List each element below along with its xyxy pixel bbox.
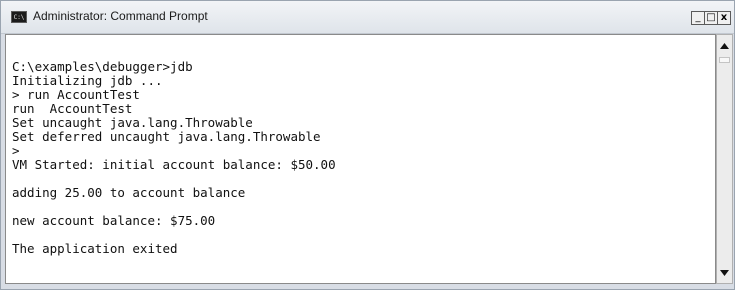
- scroll-down-arrow-icon[interactable]: [719, 267, 730, 278]
- console-line: new account balance: $75.00: [12, 213, 216, 228]
- console-line: VM Started: initial account balance: $50…: [12, 157, 336, 172]
- console-line: Initializing jdb ...: [12, 73, 163, 88]
- command-prompt-window: C:\ Administrator: Command Prompt _ □ x …: [0, 0, 735, 290]
- title-bar[interactable]: C:\ Administrator: Command Prompt _ □ x: [1, 1, 734, 34]
- console-line: Set deferred uncaught java.lang.Throwabl…: [12, 129, 321, 144]
- window-title: Administrator: Command Prompt: [33, 9, 208, 23]
- scrollbar-thumb[interactable]: [719, 57, 730, 63]
- console-line: > run AccountTest: [12, 87, 140, 102]
- console-lines: C:\examples\debugger>jdb Initializing jd…: [12, 46, 336, 256]
- scroll-up-arrow-icon[interactable]: [719, 40, 730, 51]
- maximize-button[interactable]: □: [704, 11, 718, 25]
- close-button[interactable]: x: [717, 11, 731, 25]
- console-output[interactable]: C:\examples\debugger>jdb Initializing jd…: [5, 34, 716, 284]
- console-line: run AccountTest: [12, 101, 133, 116]
- vertical-scrollbar[interactable]: [716, 34, 733, 284]
- minimize-button[interactable]: _: [691, 11, 705, 25]
- console-line: Set uncaught java.lang.Throwable: [12, 115, 253, 130]
- command-prompt-icon: C:\: [11, 11, 27, 23]
- console-line: The application exited: [12, 241, 178, 256]
- window-controls: _ □ x: [691, 11, 731, 25]
- console-line: C:\examples\debugger>jdb: [12, 59, 193, 74]
- console-line: >: [12, 143, 20, 158]
- console-line: adding 25.00 to account balance: [12, 185, 246, 200]
